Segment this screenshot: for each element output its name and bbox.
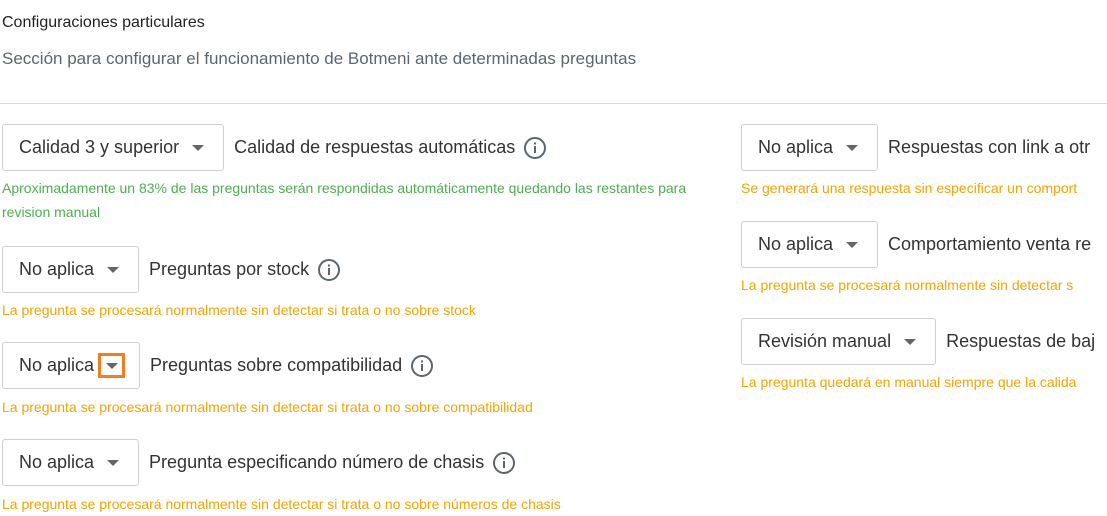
quality-select[interactable]: Calidad 3 y superior [2, 124, 225, 171]
section-subtitle: Sección para configurar el funcionamient… [2, 49, 637, 68]
info-circle-icon[interactable] [410, 354, 434, 378]
divider [0, 103, 1107, 104]
sale-behavior-select[interactable]: No aplica [741, 221, 879, 268]
setting-label: Respuestas de baj [946, 331, 1096, 351]
setting-row-chasis: No aplica Pregunta especificando número … [2, 439, 516, 486]
caret-down-icon[interactable] [187, 139, 209, 157]
caret-down-icon[interactable] [841, 236, 863, 254]
info-circle-icon[interactable] [492, 451, 516, 475]
setting-row-venta: No aplica Comportamiento venta re [741, 221, 1091, 268]
setting-label: Respuestas con link a otr [888, 137, 1091, 157]
compatibility-select[interactable]: No aplica [2, 342, 141, 389]
helper-text: La pregunta se procesará normalmente sin… [2, 399, 533, 415]
setting-row-baja: Revisión manual Respuestas de baj [741, 318, 1095, 365]
info-circle-icon[interactable] [317, 258, 341, 282]
caret-down-icon[interactable] [899, 333, 921, 351]
setting-label: Preguntas sobre compatibilidad [150, 355, 403, 375]
setting-label: Preguntas por stock [149, 259, 310, 279]
setting-label: Comportamiento venta re [888, 234, 1092, 254]
helper-text: Se generará una respuesta sin especifica… [741, 180, 1078, 196]
caret-down-icon[interactable] [102, 261, 124, 279]
setting-label: Calidad de respuestas automáticas [234, 137, 516, 157]
helper-text: La pregunta se procesará normalmente sin… [2, 302, 476, 318]
caret-down-icon[interactable] [98, 353, 126, 378]
select-value: Calidad 3 y superior [19, 137, 180, 157]
stock-select[interactable]: No aplica [2, 246, 140, 293]
helper-text: La pregunta se procesará normalmente sin… [2, 496, 561, 512]
low-quality-select[interactable]: Revisión manual [741, 318, 937, 365]
setting-row-link: No aplica Respuestas con link a otr [741, 124, 1090, 171]
link-select[interactable]: No aplica [741, 124, 879, 171]
info-circle-icon[interactable] [523, 136, 547, 160]
setting-row-calidad: Calidad 3 y superior Calidad de respuest… [2, 124, 547, 171]
chassis-select[interactable]: No aplica [2, 439, 140, 486]
section-title: Configuraciones particulares [2, 14, 205, 31]
setting-row-stock: No aplica Preguntas por stock [2, 246, 341, 293]
select-value: No aplica [758, 234, 834, 254]
select-value: Revisión manual [758, 331, 892, 351]
select-value: No aplica [758, 137, 834, 157]
setting-row-compatibilidad: No aplica Preguntas sobre compatibilidad [2, 342, 434, 389]
setting-label: Pregunta especificando número de chasis [149, 452, 485, 472]
helper-text: Aproximadamente un 83% de las preguntas … [2, 180, 687, 220]
select-value: No aplica [19, 452, 95, 472]
caret-down-icon[interactable] [102, 454, 124, 472]
select-value: No aplica [19, 355, 95, 375]
caret-down-icon[interactable] [841, 139, 863, 157]
helper-text: La pregunta quedará en manual siempre qu… [741, 374, 1077, 390]
select-value: No aplica [19, 259, 95, 279]
helper-text: La pregunta se procesará normalmente sin… [741, 277, 1074, 293]
